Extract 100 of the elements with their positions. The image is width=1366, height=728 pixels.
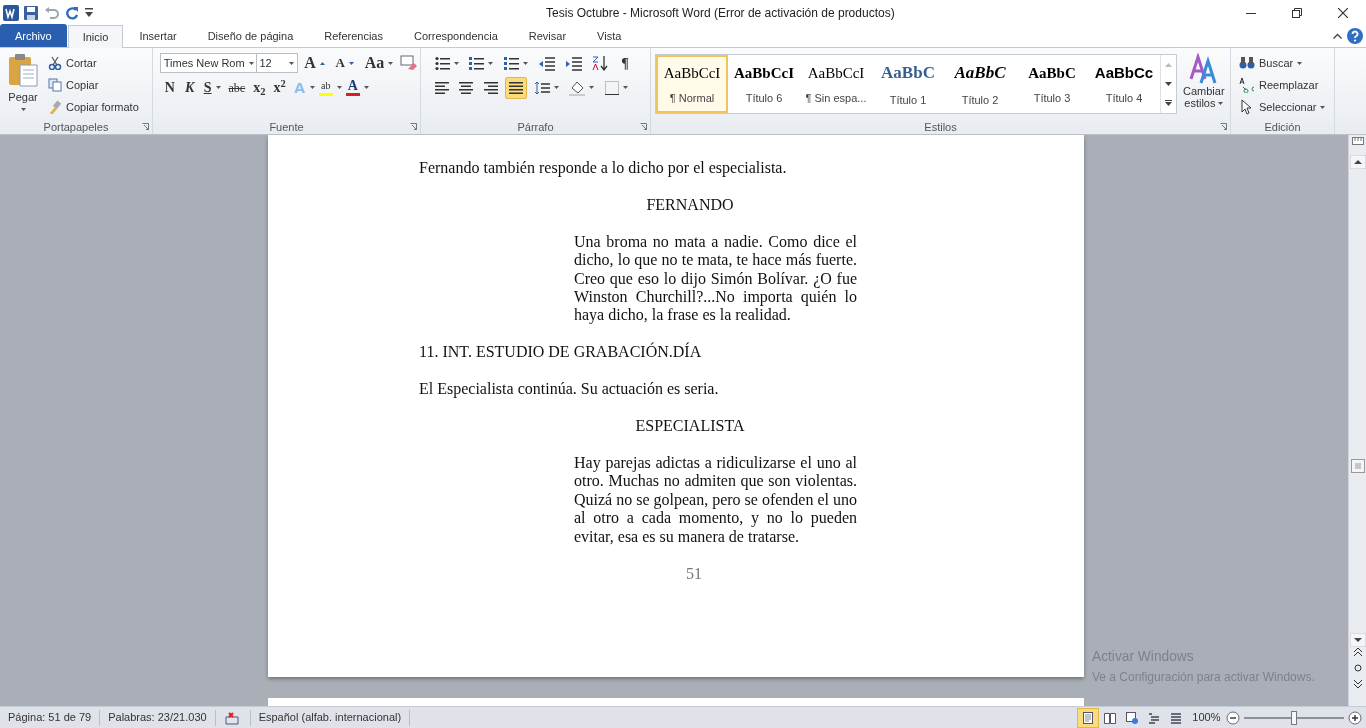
shrink-font-button[interactable]: A xyxy=(331,52,358,74)
subscript-button[interactable]: x$_{2}$ xyxy=(249,76,270,99)
grow-font-button[interactable]: A xyxy=(300,52,329,74)
print-layout-button[interactable] xyxy=(1076,707,1099,728)
caret-icon xyxy=(288,61,294,65)
previous-page-icon[interactable] xyxy=(1352,647,1363,657)
ribbon-tab[interactable]: Referencias xyxy=(309,23,398,47)
proofing-error-icon[interactable] xyxy=(223,710,242,725)
caret-icon xyxy=(1218,101,1224,105)
sort-icon xyxy=(592,55,609,71)
ribbon-tab[interactable]: Correspondencia xyxy=(399,23,513,47)
change-styles-button[interactable]: Cambiar estilos xyxy=(1179,52,1229,118)
clipboard-icon xyxy=(8,53,38,87)
replace-button[interactable]: Reemplazar xyxy=(1235,74,1330,96)
lines-icon xyxy=(1169,711,1182,724)
zoom-in-icon[interactable] xyxy=(1348,710,1362,725)
next-page-icon[interactable] xyxy=(1352,679,1363,689)
action-paragraph: Fernando también responde a lo dicho por el especialista. xyxy=(419,159,788,178)
replace-icon xyxy=(1239,77,1255,93)
caret-icon xyxy=(336,86,342,90)
help-icon[interactable] xyxy=(1347,28,1364,45)
globe-page-icon xyxy=(1125,711,1138,724)
gallery-down-icon[interactable] xyxy=(1165,81,1172,87)
clear-formatting-icon[interactable] xyxy=(400,55,418,71)
dialog-launcher-icon[interactable] xyxy=(142,123,149,130)
change-case-button[interactable]: Aa xyxy=(360,52,398,74)
caret-icon xyxy=(1297,61,1303,65)
dialog-launcher-icon[interactable] xyxy=(410,123,417,130)
binoculars-icon xyxy=(1239,55,1255,71)
vertical-scrollbar[interactable] xyxy=(1348,135,1366,706)
font-color-button[interactable]: A xyxy=(341,76,364,99)
align-justify-button[interactable] xyxy=(504,76,527,99)
ribbon-tab[interactable]: Revisar xyxy=(513,23,582,47)
word-logo-icon[interactable] xyxy=(2,5,19,21)
caret-icon xyxy=(488,61,494,65)
style-item[interactable]: AaBbCcI ¶ Normal xyxy=(656,55,728,113)
ribbon-tab[interactable]: Diseño de página xyxy=(192,23,309,47)
file-tab[interactable]: Archivo xyxy=(0,23,67,47)
close-icon[interactable] xyxy=(1338,8,1348,18)
caret-icon xyxy=(363,86,369,90)
restore-icon[interactable] xyxy=(1292,8,1302,18)
font-name-field[interactable]: Times New Rom xyxy=(159,53,258,73)
italic-button[interactable]: K xyxy=(179,76,200,99)
align-center-icon xyxy=(459,80,474,95)
caret-icon xyxy=(523,61,528,65)
ribbon-tab[interactable]: Insertar xyxy=(124,23,192,47)
underline-button[interactable]: S xyxy=(199,76,225,99)
scroll-thumb-icon[interactable] xyxy=(1350,459,1365,473)
browse-object-icon[interactable] xyxy=(1352,663,1363,673)
customize-icon[interactable] xyxy=(84,8,93,18)
caret-icon xyxy=(589,86,595,90)
caret-icon xyxy=(215,86,221,90)
paste-button[interactable]: Pegar xyxy=(4,52,42,118)
ruler-icon[interactable] xyxy=(1351,135,1364,147)
format-painter-button[interactable]: Copiar formato xyxy=(44,96,143,118)
highlight-button[interactable]: ab xyxy=(314,76,337,99)
strikethrough-button[interactable]: abc xyxy=(224,76,250,99)
language-indicator[interactable]: Español (alfab. internacional) xyxy=(250,709,411,726)
paintbrush-icon xyxy=(48,100,62,114)
letters-a-icon xyxy=(1188,53,1219,85)
color-bar-icon xyxy=(318,93,333,97)
bold-button[interactable]: N xyxy=(159,76,180,99)
save-icon[interactable] xyxy=(24,6,39,20)
ribbon-tab[interactable]: Vista xyxy=(582,23,637,47)
page-count[interactable]: Página: 51 de 79 xyxy=(0,709,101,726)
page-icon xyxy=(1081,711,1094,724)
dialog-launcher-icon[interactable] xyxy=(1220,123,1227,130)
superscript-button[interactable]: x$^{2}$ xyxy=(269,76,290,99)
align-right-icon xyxy=(484,80,498,95)
caret-icon xyxy=(309,86,315,90)
style-item[interactable]: AaBbC Título 3 xyxy=(1016,55,1088,113)
zoom-level[interactable]: 100% xyxy=(1186,709,1226,726)
zoom-slider-thumb[interactable] xyxy=(1291,710,1297,725)
style-item[interactable]: AaBbCcI ¶ Sin espa... xyxy=(800,55,872,113)
font-size-field[interactable]: 12 xyxy=(255,53,298,73)
cut-button[interactable]: Cortar xyxy=(44,52,143,74)
gallery-more-icon[interactable] xyxy=(1165,100,1172,107)
zoom-out-icon[interactable] xyxy=(1226,710,1240,725)
ribbon-tab[interactable]: Inicio xyxy=(67,24,124,48)
style-item[interactable]: AaBbCc Título 4 xyxy=(1088,55,1160,113)
bullet-list-icon xyxy=(434,55,450,71)
collapse-ribbon-icon[interactable] xyxy=(1332,33,1342,40)
caret-icon xyxy=(453,61,459,65)
outline-icon xyxy=(1147,711,1160,724)
caret-icon xyxy=(248,61,254,65)
caret-icon xyxy=(1320,105,1326,109)
caret-icon xyxy=(20,107,26,111)
scroll-up-icon[interactable] xyxy=(1349,155,1366,169)
word-count[interactable]: Palabras: 23/21.030 xyxy=(100,709,216,726)
style-item[interactable]: AaBbC Título 1 xyxy=(872,55,944,113)
style-item[interactable]: AaBbCcI Título 6 xyxy=(728,55,800,113)
select-button[interactable]: Seleccionar xyxy=(1235,96,1330,118)
multilevel-list-icon xyxy=(504,55,519,71)
redo-icon[interactable] xyxy=(65,6,80,20)
show-formatting-button[interactable]: ¶ xyxy=(615,52,635,74)
copy-button[interactable]: Copiar xyxy=(44,74,143,96)
dialog-launcher-icon[interactable] xyxy=(640,123,647,130)
find-button[interactable]: Buscar xyxy=(1235,52,1330,74)
scroll-down-icon[interactable] xyxy=(1349,633,1366,647)
scissors-icon xyxy=(48,56,62,70)
